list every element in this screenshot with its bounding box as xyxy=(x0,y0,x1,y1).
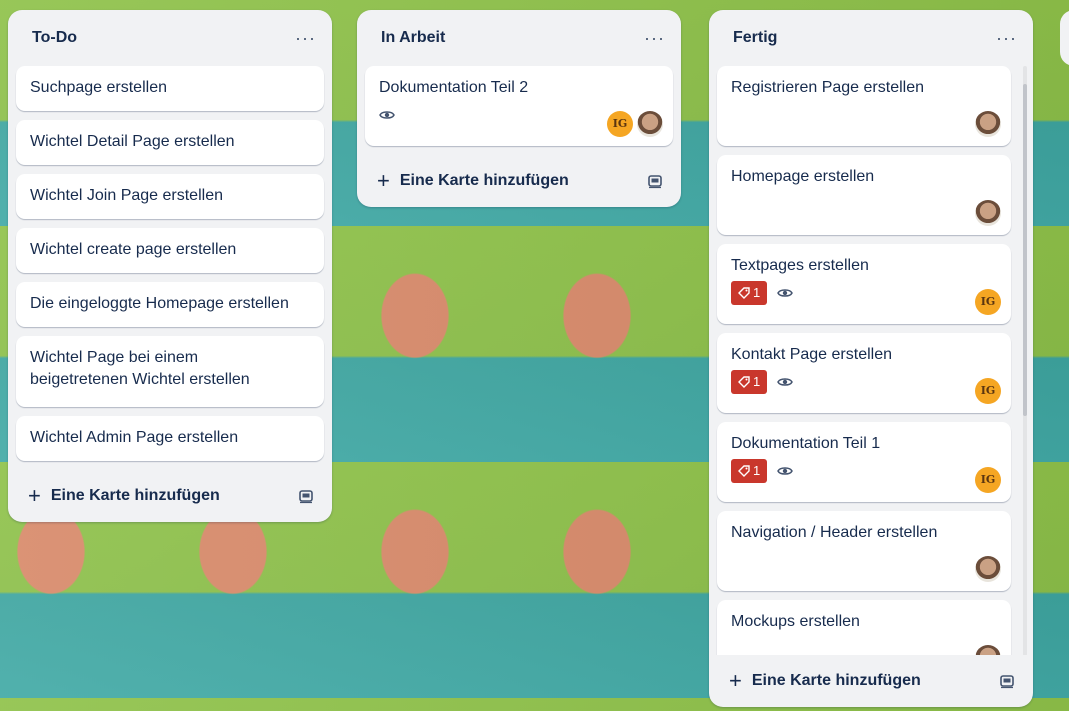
eye-icon xyxy=(379,111,395,119)
add-card-row: + Eine Karte hinzufügen xyxy=(357,155,681,207)
avatar-initials[interactable]: IG xyxy=(975,467,1001,493)
next-list-edge[interactable] xyxy=(1060,10,1069,66)
list-header: Fertig ··· xyxy=(709,10,1033,66)
tag-icon xyxy=(738,287,750,299)
add-card-label: Eine Karte hinzufügen xyxy=(751,672,921,689)
list-title[interactable]: Fertig xyxy=(733,29,777,47)
card-title: Textpages erstellen xyxy=(731,257,869,274)
card[interactable]: Suchpage erstellen xyxy=(16,66,324,111)
card-badges: 1 xyxy=(731,281,997,305)
eye-icon xyxy=(777,289,794,297)
card[interactable]: Navigation / Header erstellen xyxy=(717,511,1011,591)
plus-icon: + xyxy=(28,483,41,508)
card[interactable]: Wichtel Detail Page erstellen xyxy=(16,120,324,165)
list-in-arbeit: In Arbeit ··· Dokumentation Teil 2 IG + … xyxy=(357,10,681,207)
card[interactable]: Textpages erstellen 1 IG xyxy=(717,244,1011,324)
add-card-button[interactable]: + Eine Karte hinzufügen xyxy=(729,670,921,692)
list-todo: To-Do ··· Suchpage erstellen Wichtel Det… xyxy=(8,10,332,522)
card[interactable]: Mockups erstellen xyxy=(717,600,1011,655)
card-scroll-area[interactable]: Registrieren Page erstellen Homepage ers… xyxy=(709,66,1033,655)
label-count: 1 xyxy=(753,463,761,478)
add-card-row: + Eine Karte hinzufügen xyxy=(8,470,332,522)
user-avatar-photo[interactable] xyxy=(637,111,663,137)
list-header: To-Do ··· xyxy=(8,10,332,66)
user-avatar-photo[interactable] xyxy=(975,111,1001,137)
card-title: Wichtel Detail Page erstellen xyxy=(30,133,235,150)
scrollbar-thumb[interactable] xyxy=(1023,84,1027,416)
list-menu-icon[interactable]: ··· xyxy=(996,29,1017,47)
card[interactable]: Wichtel Join Page erstellen xyxy=(16,174,324,219)
add-card-label: Eine Karte hinzufügen xyxy=(399,172,569,189)
card-template-icon[interactable] xyxy=(647,173,663,189)
label-count: 1 xyxy=(753,285,761,300)
card-list: Registrieren Page erstellen Homepage ers… xyxy=(709,66,1033,655)
list-menu-icon[interactable]: ··· xyxy=(644,29,665,47)
plus-icon: + xyxy=(377,168,390,193)
eye-icon xyxy=(777,378,794,386)
card-list: Suchpage erstellen Wichtel Detail Page e… xyxy=(8,66,332,461)
user-avatar-photo[interactable] xyxy=(975,556,1001,582)
add-card-row: + Eine Karte hinzufügen xyxy=(709,655,1033,707)
user-avatar-photo[interactable] xyxy=(975,645,1001,655)
avatar-initials[interactable]: IG xyxy=(607,111,633,137)
card-template-icon[interactable] xyxy=(999,673,1015,689)
card-title: Navigation / Header erstellen xyxy=(731,524,938,541)
label-badge[interactable]: 1 xyxy=(731,459,768,483)
card-title: Kontakt Page erstellen xyxy=(731,346,892,363)
card[interactable]: Wichtel create page erstellen xyxy=(16,228,324,273)
list-header: In Arbeit ··· xyxy=(357,10,681,66)
card-title: Dokumentation Teil 1 xyxy=(731,435,881,452)
add-card-button[interactable]: + Eine Karte hinzufügen xyxy=(28,485,220,507)
card-template-icon[interactable] xyxy=(298,488,314,504)
card[interactable]: Homepage erstellen xyxy=(717,155,1011,235)
card[interactable]: Dokumentation Teil 2 IG xyxy=(365,66,673,146)
vertical-scrollbar[interactable] xyxy=(1021,66,1029,655)
user-avatar-photo[interactable] xyxy=(975,200,1001,226)
card[interactable]: Wichtel Page bei einem beigetretenen Wic… xyxy=(16,336,324,407)
tag-icon xyxy=(738,376,750,388)
tag-icon xyxy=(738,465,750,477)
card-title: Wichtel create page erstellen xyxy=(30,241,237,258)
add-card-button[interactable]: + Eine Karte hinzufügen xyxy=(377,170,569,192)
plus-icon: + xyxy=(729,668,742,693)
card-title: Homepage erstellen xyxy=(731,168,875,185)
card[interactable]: Kontakt Page erstellen 1 IG xyxy=(717,333,1011,413)
card-badges: 1 xyxy=(731,370,997,394)
label-count: 1 xyxy=(753,374,761,389)
card-badges: 1 xyxy=(731,459,997,483)
list-menu-icon[interactable]: ··· xyxy=(295,29,316,47)
card-title: Dokumentation Teil 2 xyxy=(379,79,529,96)
card[interactable]: Die eingeloggte Homepage erstellen xyxy=(16,282,324,327)
card-title: Wichtel Admin Page erstellen xyxy=(30,429,239,446)
card-title: Wichtel Page bei einem beigetretenen Wic… xyxy=(30,349,250,388)
card-title: Wichtel Join Page erstellen xyxy=(30,187,223,204)
card-title: Suchpage erstellen xyxy=(30,79,167,96)
card-title: Mockups erstellen xyxy=(731,613,860,630)
card[interactable]: Registrieren Page erstellen xyxy=(717,66,1011,146)
list-fertig: Fertig ··· Registrieren Page erstellen H… xyxy=(709,10,1033,707)
card[interactable]: Wichtel Admin Page erstellen xyxy=(16,416,324,461)
card-title: Die eingeloggte Homepage erstellen xyxy=(30,295,289,312)
list-title[interactable]: In Arbeit xyxy=(381,29,445,47)
label-badge[interactable]: 1 xyxy=(731,281,768,305)
card-title: Registrieren Page erstellen xyxy=(731,79,924,96)
avatar-initials[interactable]: IG xyxy=(975,378,1001,404)
add-card-label: Eine Karte hinzufügen xyxy=(50,487,220,504)
label-badge[interactable]: 1 xyxy=(731,370,768,394)
avatar-initials[interactable]: IG xyxy=(975,289,1001,315)
eye-icon xyxy=(777,467,794,475)
card[interactable]: Dokumentation Teil 1 1 IG xyxy=(717,422,1011,502)
list-title[interactable]: To-Do xyxy=(32,29,77,47)
card-list: Dokumentation Teil 2 IG xyxy=(357,66,681,146)
